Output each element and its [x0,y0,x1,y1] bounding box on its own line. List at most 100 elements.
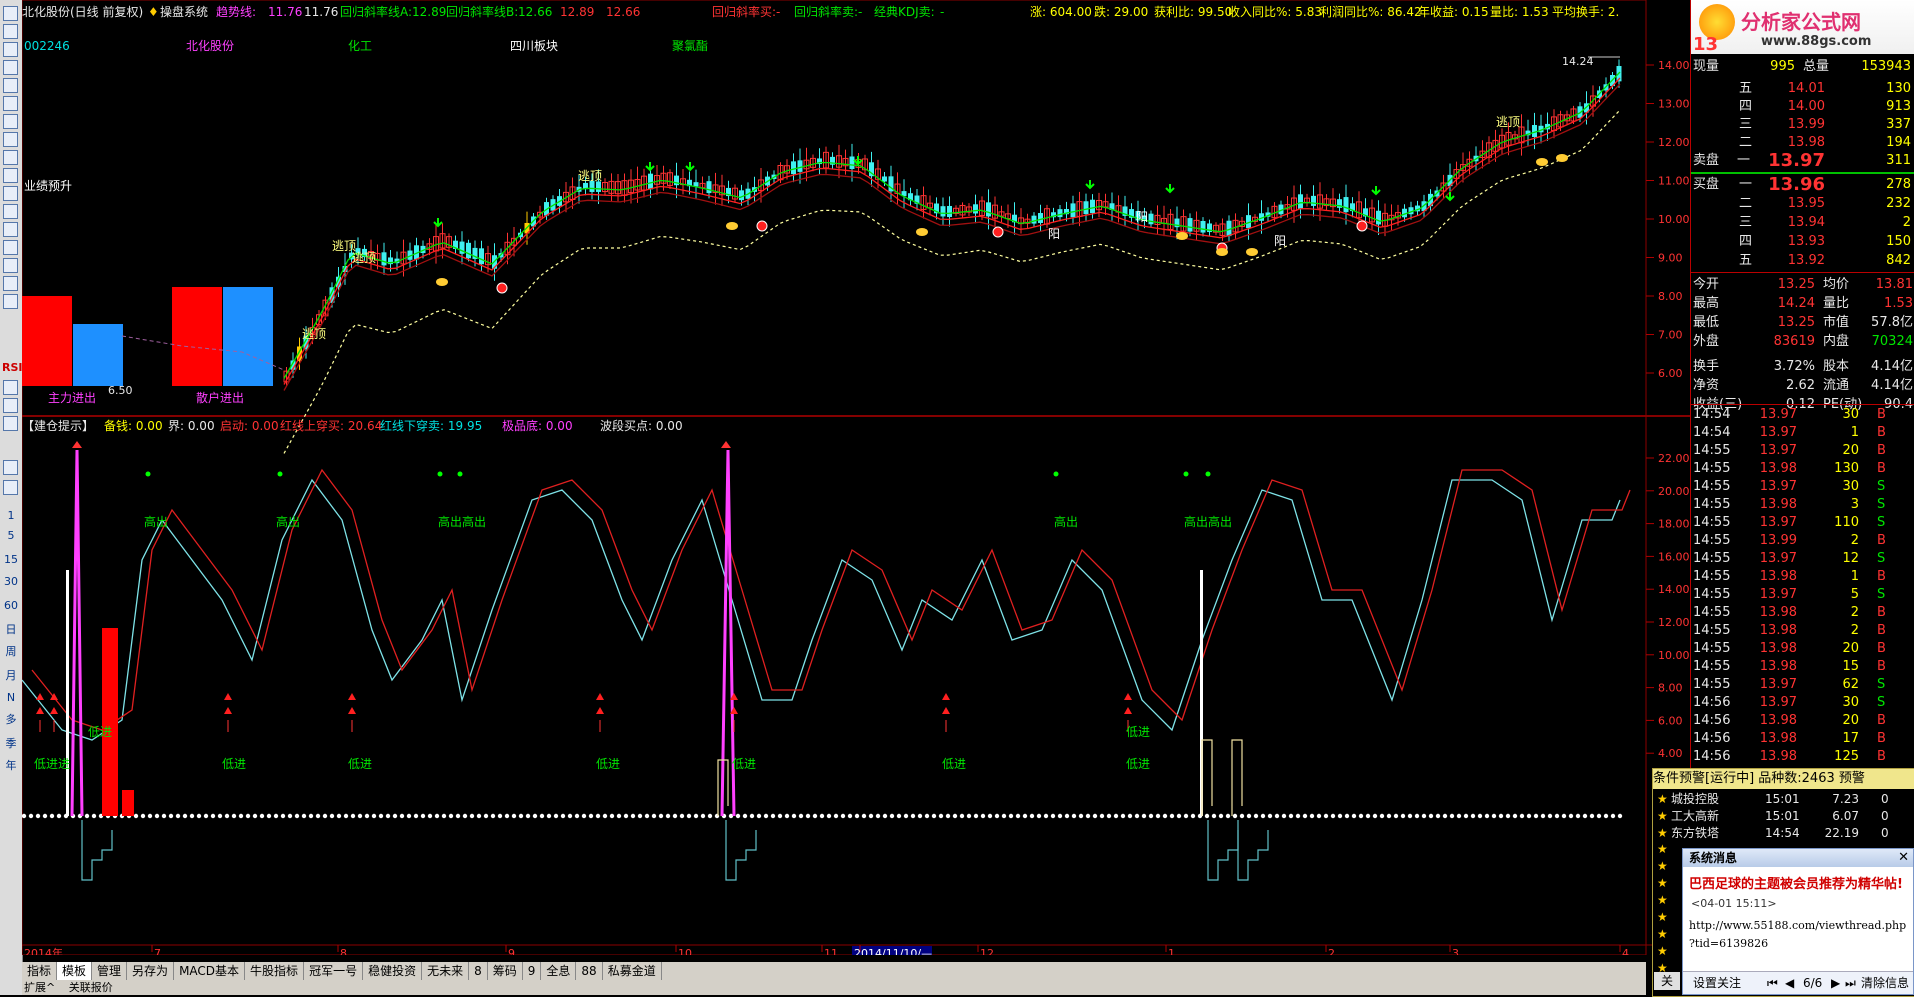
settings-follow-button[interactable]: 设置关注 [1693,972,1741,994]
time-tick-label: 2014/11/10/— [854,947,932,955]
alert-row[interactable]: ★ 工大高新 15:01 6.07 0 [1653,808,1914,825]
buy-level-vol: 842 [1886,253,1911,268]
sys-msg-link-2[interactable]: ?tid=6139826 [1689,937,1768,950]
baseline-dot [1225,813,1231,819]
ind-tick-label: 6.00 [1658,714,1683,727]
baseline-dot [819,813,825,819]
finance-icon[interactable] [3,186,18,201]
f5-icon[interactable] [3,460,18,475]
expand-button[interactable]: 扩展^ [24,981,55,994]
first-page-icon[interactable]: ⏮ [1767,972,1778,994]
period-5min-button[interactable]: 5 [2,528,20,544]
period-30min-button[interactable]: 30 [2,574,20,590]
baseline-dot [1603,813,1609,819]
tab-macd[interactable]: MACD基本 [174,962,246,980]
period-1min-button[interactable]: 1 [2,508,20,524]
period-multi-button[interactable]: 多 [2,712,20,728]
buy-level-row[interactable]: 一 13.96 278 [1691,176,1914,194]
buy-level-row[interactable]: 二 13.95 232 [1691,195,1914,213]
chart-area[interactable]: 14.00 13.00 12.00 11.00 10.00 9.00 8.00 7.00 6.0… [22,0,1690,955]
indicator-annotation: 低进 [222,757,246,771]
zoom-in-icon[interactable] [3,24,18,39]
main-force-bar [22,296,72,386]
baseline-dot [280,813,286,819]
buy-level-row[interactable]: 四 13.93 150 [1691,233,1914,251]
tab-champion[interactable]: 冠军一号 [304,962,364,980]
tab-indicator[interactable]: 指标 [22,962,58,980]
period-year-button[interactable]: 年 [2,758,20,774]
cursor-icon[interactable] [3,6,18,21]
sys-msg-date: <04-01 15:11> [1691,897,1777,910]
tab-steady[interactable]: 稳健投资 [363,962,423,980]
function-icon[interactable] [3,240,18,255]
period-15min-button[interactable]: 15 [2,552,20,568]
clear-info-button[interactable]: 清除信息 [1861,972,1909,994]
arrow-up-icon[interactable] [3,42,18,57]
sell-side-label: 卖盘 [1693,153,1720,168]
rsi-button[interactable]: RSI [2,360,23,376]
buy-level-row[interactable]: 三 13.94 2 [1691,214,1914,232]
candle-icon[interactable] [3,150,18,165]
baseline-dot [1050,813,1056,819]
alert-row[interactable]: ★ 城投控股 15:01 7.23 0 [1653,791,1914,808]
tab-save-as[interactable]: 另存为 [127,962,175,980]
bar-chart-icon[interactable] [3,168,18,183]
move-icon[interactable] [3,398,18,413]
arrow-down-icon[interactable] [3,60,18,75]
tab-chips[interactable]: 筹码 [488,962,523,980]
alert-row[interactable]: ★ 东方铁塔 14:54 22.19 0 [1653,825,1914,842]
tab-manage[interactable]: 管理 [92,962,128,980]
last-page-icon[interactable]: ⏭ [1845,972,1856,994]
period-month-button[interactable]: 月 [2,668,20,684]
table-icon[interactable] [3,96,18,111]
print-icon[interactable] [3,480,18,495]
report-icon[interactable] [3,204,18,219]
line-chart-icon[interactable] [3,114,18,129]
indicator-extreme-low: 极品底: 0.00 [502,418,573,433]
tab-9[interactable]: 9 [523,962,542,980]
period-n-button[interactable]: N [2,690,20,706]
tab-template[interactable]: 模板 [57,962,93,980]
related-quote-button[interactable]: 关联报价 [69,981,113,994]
buy-level-row[interactable]: 五 13.92 842 [1691,252,1914,270]
sell-level-row[interactable]: 四 14.00 913 [1691,98,1914,116]
tab-private-fund[interactable]: 私募金道 [603,962,662,980]
tick-time: 14:55 [1693,497,1731,512]
period-day-button[interactable]: 日 [2,622,20,638]
baseline-dot [924,813,930,819]
time-tick-label: 10 [678,947,692,955]
stack-icon[interactable] [3,380,18,395]
tab-no-future[interactable]: 无未来 [422,962,470,980]
info-icon[interactable] [3,222,18,237]
baseline-dot [1400,813,1406,819]
close-icon[interactable]: ✕ [1898,849,1909,867]
sys-msg-headline[interactable]: 巴西足球的主题被会员推荐为精华帖! [1689,873,1903,892]
tab-8[interactable]: 8 [469,962,488,980]
baseline-dot [294,813,300,819]
ind-tick-label: 4.00 [1658,747,1683,760]
sys-msg-link-1[interactable]: http://www.55188.com/viewthread.php [1689,919,1906,932]
price-tick-label: 8.00 [1658,290,1683,303]
tab-holo[interactable]: 全息 [541,962,577,980]
wave-icon[interactable] [3,294,18,309]
close-partial-button[interactable]: 关 [1654,972,1680,990]
next-page-icon[interactable]: ▶ [1831,972,1840,994]
tab-88[interactable]: 88 [576,962,603,980]
period-week-button[interactable]: 周 [2,644,20,660]
indicator-prep: 备钱: 0.00 [104,418,163,433]
prev-page-icon[interactable]: ◀ [1785,972,1794,994]
sell-level-row[interactable]: 五 14.01 130 [1691,80,1914,98]
sell-level-row[interactable]: 三 13.99 337 [1691,116,1914,134]
tick-side: B [1877,407,1886,422]
target-icon[interactable] [3,258,18,273]
calendar-icon[interactable] [3,132,18,147]
time-tick-label: 4 [1622,947,1629,955]
baseline-dot [1351,813,1357,819]
link-icon[interactable] [3,416,18,431]
period-season-button[interactable]: 季 [2,736,20,752]
settings-icon[interactable] [3,276,18,291]
grid-icon[interactable] [3,78,18,93]
period-60min-button[interactable]: 60 [2,598,20,614]
alert-star-icon: ★ [1657,792,1668,806]
tab-bull-stock[interactable]: 牛股指标 [245,962,305,980]
